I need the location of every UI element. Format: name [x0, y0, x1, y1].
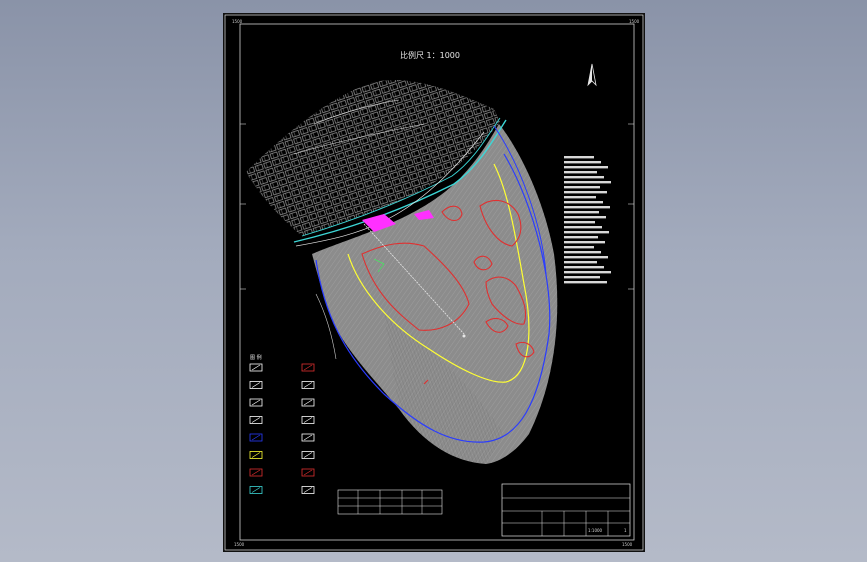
notes-line: [564, 211, 599, 214]
title-block-cell: 1:1000: [588, 528, 603, 533]
border-mark-tr: 1500: [629, 19, 640, 24]
notes-line: [564, 196, 596, 199]
drawing-sheet: 1500 1500 1500 1500 比例尺 1：1000 图 例 1:100…: [223, 13, 645, 552]
legend-heading: 图 例: [250, 354, 262, 361]
notes-line: [564, 171, 597, 174]
notes-line: [564, 276, 600, 279]
notes-line: [564, 256, 608, 259]
title-block-cells: 1:1000 1: [588, 528, 627, 533]
title-block: [501, 483, 631, 537]
border-mark-br: 1500: [622, 542, 633, 547]
notes-line: [564, 206, 610, 209]
notes-line: [564, 261, 597, 264]
notes-line: [564, 161, 601, 164]
notes-line: [564, 226, 602, 229]
notes-line: [564, 156, 594, 159]
notes-line: [564, 191, 607, 194]
notes-line: [564, 166, 608, 169]
notes-lines: [564, 156, 611, 284]
notes-line: [564, 246, 594, 249]
north-arrow-icon: [587, 63, 597, 87]
notes-line: [564, 231, 609, 234]
title-block-cell: 1: [624, 528, 627, 533]
notes-line: [564, 271, 611, 274]
statistics-table: [337, 489, 443, 515]
border-mark-bl: 1500: [234, 542, 245, 547]
notes-line: [564, 236, 598, 239]
notes-line: [564, 266, 604, 269]
notes-line: [564, 181, 611, 184]
notes-line: [564, 216, 606, 219]
notes-line: [564, 241, 605, 244]
notes-line: [564, 281, 607, 284]
notes-line: [564, 251, 601, 254]
notes-line: [564, 221, 595, 224]
legend: [249, 363, 315, 494]
border-mark-tl: 1500: [232, 19, 243, 24]
drawing-title: 比例尺 1：1000: [400, 50, 460, 60]
map-drawing: 1500 1500 1500 1500 比例尺 1：1000 图 例 1:100…: [224, 14, 644, 551]
notes-line: [564, 176, 604, 179]
notes-line: [564, 186, 600, 189]
notes-line: [564, 201, 603, 204]
